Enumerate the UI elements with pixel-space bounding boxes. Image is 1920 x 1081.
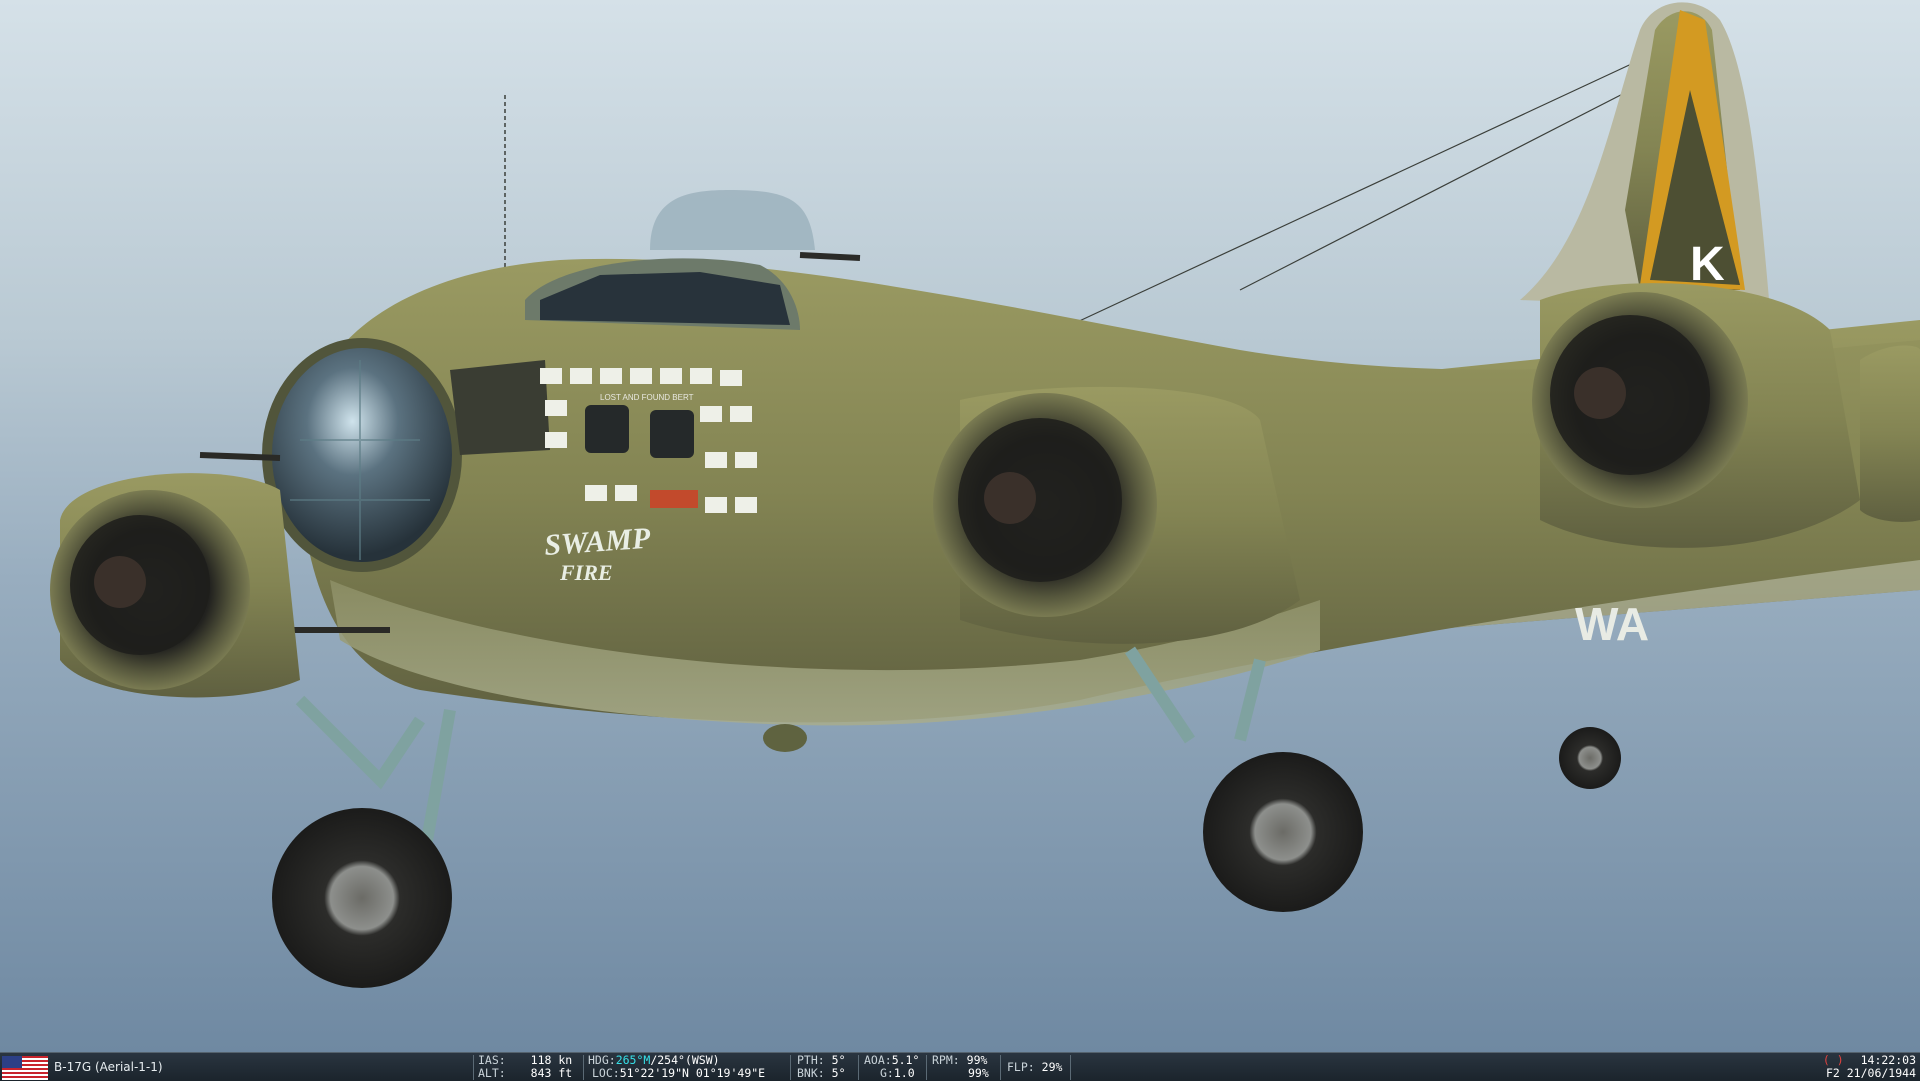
heading-location: HDG:265°M/254°(WSW) LOC:51°22'19"N 01°19… <box>588 1054 765 1080</box>
hdg-label: HDG: <box>588 1053 616 1067</box>
unit-name: B-17G (Aerial-1-1) <box>54 1060 163 1074</box>
rpm-value-2: 99% <box>968 1066 989 1080</box>
tail-letter: K <box>1690 238 1725 291</box>
bnk-label: BNK: <box>797 1066 825 1080</box>
g-label: G: <box>880 1066 894 1080</box>
aoa-value: 5.1° <box>891 1053 920 1067</box>
time-date: ( ) 14:22:03 F2 21/06/1944 <box>1823 1054 1916 1080</box>
loc-label: LOC: <box>592 1066 620 1080</box>
loc-value: 51°22'19"N 01°19'49"E <box>619 1066 766 1080</box>
ias-value: 118 <box>530 1053 552 1067</box>
game-time: 14:22:03 <box>1860 1053 1916 1067</box>
alt-value: 843 <box>530 1066 552 1080</box>
engine-outer-left <box>50 473 300 698</box>
rpm-label: RPM: <box>932 1053 960 1067</box>
nose-small-text: LOST AND FOUND BERT <box>600 393 694 402</box>
flp-label: FLP: <box>1007 1060 1035 1074</box>
aoa-g: AOA:5.1° G:1.0 <box>864 1054 919 1080</box>
flp-value: 29% <box>1041 1060 1063 1074</box>
flaps: FLP: 29% <box>1007 1061 1062 1074</box>
status-indicator: ( ) <box>1822 1053 1844 1067</box>
usa-flag-icon <box>2 1056 48 1080</box>
aoa-label: AOA: <box>864 1053 892 1067</box>
tail-wheel <box>1559 727 1621 789</box>
pitch-bank: PTH: 5° BNK: 5° <box>797 1054 846 1080</box>
status-bar: B-17G (Aerial-1-1) IAS: 118 kn ALT: 843 … <box>0 1052 1920 1081</box>
nose-art-fire: FIRE <box>559 560 613 585</box>
rpm: RPM: 99% 99% <box>932 1054 989 1080</box>
rpm-value-1: 99% <box>966 1053 988 1067</box>
ias-unit: kn <box>558 1053 573 1067</box>
g-value: 1.0 <box>893 1066 915 1080</box>
hdg-magnetic: 265°M <box>615 1053 651 1067</box>
bnk-value: 5° <box>831 1066 846 1080</box>
engine-inner-left <box>933 386 1300 644</box>
game-viewport[interactable]: K WA LOST AND FOUND BERT SWAMP FIRE <box>0 0 1920 1052</box>
nose-glazing <box>262 338 462 572</box>
speed-altitude: IAS: 118 kn ALT: 843 ft <box>478 1054 572 1080</box>
alt-unit: ft <box>558 1066 573 1080</box>
hdg-true: /254°(WSW) <box>650 1053 720 1067</box>
engine-inner-right <box>1532 283 1860 548</box>
alt-label: ALT: <box>478 1066 506 1080</box>
pth-value: 5° <box>831 1053 846 1067</box>
engine-far-right <box>1860 345 1920 522</box>
ias-label: IAS: <box>478 1053 506 1067</box>
pth-label: PTH: <box>797 1053 825 1067</box>
fkey-date: F2 21/06/1944 <box>1825 1066 1916 1080</box>
